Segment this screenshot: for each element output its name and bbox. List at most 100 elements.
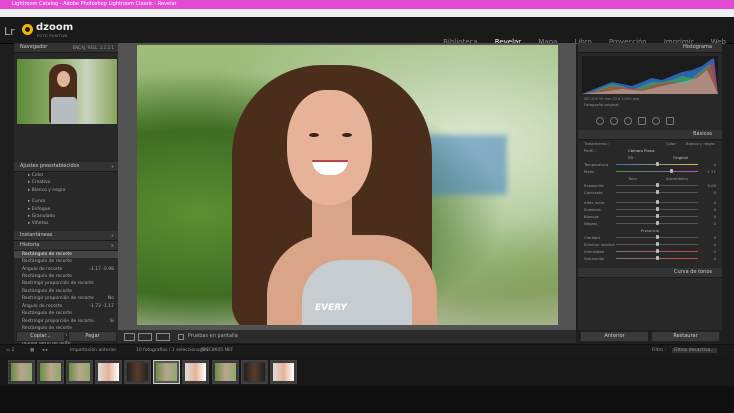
treatment-color[interactable]: Color [666, 140, 676, 147]
right-panel: Histograma ISO 200 50 mm f/2.8 1/250 seg… [578, 43, 722, 330]
preset-folder-granulado[interactable]: ▸ Granulado [14, 213, 118, 220]
window-titlebar: Lightroom Catalog - Adobe Photoshop Ligh… [0, 0, 734, 9]
paste-settings-button[interactable]: Pegar [68, 331, 117, 342]
slider-row[interactable]: Altas luces 0 [578, 199, 722, 206]
history-title: Historia [20, 241, 40, 248]
tint-slider-row[interactable]: Matiz + 21 [578, 168, 722, 175]
auto-tone-button[interactable]: Automático [666, 175, 688, 182]
graduated-filter-icon[interactable] [638, 117, 646, 125]
left-panel-buttons: Copiar... Pegar [14, 331, 118, 342]
basic-title: Básicos [693, 131, 712, 137]
portrait-photo[interactable]: EVERY [137, 45, 558, 325]
softproof-label: Pruebas en pantalla [188, 333, 238, 339]
filmstrip-source[interactable]: Importación anterior [70, 348, 116, 353]
filmstrip-thumbnail[interactable] [241, 360, 268, 384]
histogram[interactable] [582, 56, 718, 94]
slider-row[interactable]: Negros 0 [578, 220, 722, 227]
history-item[interactable]: Rectángulo de recorte [14, 273, 118, 280]
preset-folder-creativo[interactable]: ▸ Creativo [14, 179, 118, 186]
preset-folder-byn[interactable]: ▸ Blanco y negro [14, 187, 118, 194]
loupe-view-icon[interactable] [124, 333, 135, 341]
tone-curve-title: Curva de tonos [673, 269, 712, 275]
filmstrip [0, 356, 734, 386]
treatment-row: Tratamiento : Color Blanco y negro [584, 140, 715, 147]
slider-row[interactable]: Blancos 0 [578, 213, 722, 220]
filmstrip-thumbnail[interactable] [153, 360, 180, 384]
profile-dropdown[interactable]: Cámara Plana [628, 147, 655, 154]
history-item[interactable]: Restringir proporción de recorte No [14, 295, 118, 302]
history-item[interactable]: Restringir proporción de recorte Sí [14, 318, 118, 325]
slider-row[interactable]: Sombras 0 [578, 206, 722, 213]
filmstrip-thumbnail[interactable] [124, 360, 151, 384]
history-item[interactable]: Rectángulo de recorte [14, 250, 118, 259]
history-item[interactable]: Ángulo de recorte -1.73 -1.17 [14, 303, 118, 310]
previous-button[interactable]: Anterior [580, 331, 649, 342]
screen-1-icon[interactable]: ▭ 2 [6, 348, 15, 353]
before-after-icon[interactable] [138, 333, 152, 341]
filmstrip-thumbnail[interactable] [270, 360, 297, 384]
navigator-preview[interactable] [17, 59, 117, 124]
reset-button[interactable]: Restaurar [651, 331, 720, 342]
temp-slider-row[interactable]: Temperatura 0 [578, 161, 722, 168]
compare-icon[interactable] [156, 333, 170, 341]
radial-filter-icon[interactable] [652, 117, 660, 125]
slider-row[interactable]: Contraste 0 [578, 189, 722, 196]
filmstrip-thumbnail[interactable] [182, 360, 209, 384]
profile-row: Perfil : Cámara Plana [584, 147, 655, 154]
preset-folder-curva[interactable]: ▸ Curva [14, 198, 118, 205]
develop-tool-strip [582, 116, 718, 126]
filter-label: Filtro : [652, 348, 666, 353]
tone-curve-header[interactable]: Curva de tonos [578, 268, 722, 278]
softproof-checkbox[interactable] [178, 334, 184, 340]
filter-dropdown[interactable]: Filtros desactiva... [672, 348, 717, 353]
filmstrip-thumbnail[interactable] [37, 360, 64, 384]
filmstrip-thumbnail[interactable] [66, 360, 93, 384]
wb-dropdown[interactable]: Original [673, 154, 688, 161]
presets-title: Ajustes preestablecidos [20, 163, 80, 169]
presets-header[interactable]: Ajustes preestablecidos + [14, 162, 118, 172]
history-item[interactable]: Rectángulo de recorte [14, 258, 118, 265]
filmstrip-thumbnail[interactable] [8, 360, 35, 384]
window-title: Lightroom Catalog - Adobe Photoshop Ligh… [12, 1, 177, 7]
slider-row[interactable]: Eliminar neblina 0 [578, 241, 722, 248]
slider-row[interactable]: Saturación 0 [578, 255, 722, 262]
history-item[interactable]: Restringir proporción de recorte [14, 280, 118, 287]
grid-icon[interactable]: ▦ [30, 348, 34, 353]
snapshots-header[interactable]: Instantáneas + [14, 230, 118, 241]
menu-bar: Archivo Editar Revelar Fotografía Ajuste… [0, 9, 734, 27]
filmstrip-filename: _DSC8605.NEF [200, 348, 234, 353]
filmstrip-thumbnail[interactable] [212, 360, 239, 384]
view-toolbar: Pruebas en pantalla [118, 330, 576, 343]
basic-header[interactable]: Básicos [578, 130, 722, 140]
history-item[interactable]: Rectángulo de recorte [14, 288, 118, 295]
preset-folder-color[interactable]: ▸ Color [14, 172, 118, 179]
original-photo-toggle[interactable]: Fotografía original [578, 101, 722, 108]
history-item[interactable]: Ángulo de recorte -1.17 -0.98 [14, 266, 118, 273]
history-header[interactable]: Historia ✕ [14, 240, 118, 251]
preset-folder-enfoque[interactable]: ▸ Enfoque [14, 206, 118, 213]
preset-folder-vinetas[interactable]: ▸ Viñetas [14, 220, 118, 227]
slider-row[interactable]: Exposición 0,00 [578, 182, 722, 189]
shirt-text: EVERY [315, 303, 347, 313]
presence-label: Presencia [640, 228, 660, 233]
adjustment-brush-icon[interactable] [666, 117, 674, 125]
red-eye-icon[interactable] [624, 117, 632, 125]
slider-row[interactable]: Intensidad 0 [578, 248, 722, 255]
navigator-header[interactable]: Navegador ENCAJ. RELL. 1:1 2:1 [14, 43, 118, 53]
crop-tool-icon[interactable] [596, 117, 604, 125]
copy-settings-button[interactable]: Copiar... [16, 331, 65, 342]
history-item[interactable]: Rectángulo de recorte [14, 310, 118, 317]
filmstrip-count: 10 fotografías / 1 seleccionada / [136, 348, 209, 353]
navigator-title: Navegador [20, 44, 48, 50]
spot-removal-icon[interactable] [610, 117, 618, 125]
treatment-bw[interactable]: Blanco y negro [686, 140, 714, 147]
nav-back-icon[interactable]: ◂ ▸ [42, 348, 48, 353]
slider-row[interactable]: Claridad 0 [578, 234, 722, 241]
brand-name: dzoom [36, 22, 74, 33]
navigator-zoom-options[interactable]: ENCAJ. RELL. 1:1 2:1 [73, 43, 114, 52]
right-panel-buttons: Anterior Restaurar [578, 331, 722, 342]
histogram-header[interactable]: Histograma [578, 43, 722, 53]
histogram-title: Histograma [682, 44, 712, 50]
brand-tagline: FOTO POSITIVA [37, 34, 68, 38]
filmstrip-thumbnail[interactable] [95, 360, 122, 384]
